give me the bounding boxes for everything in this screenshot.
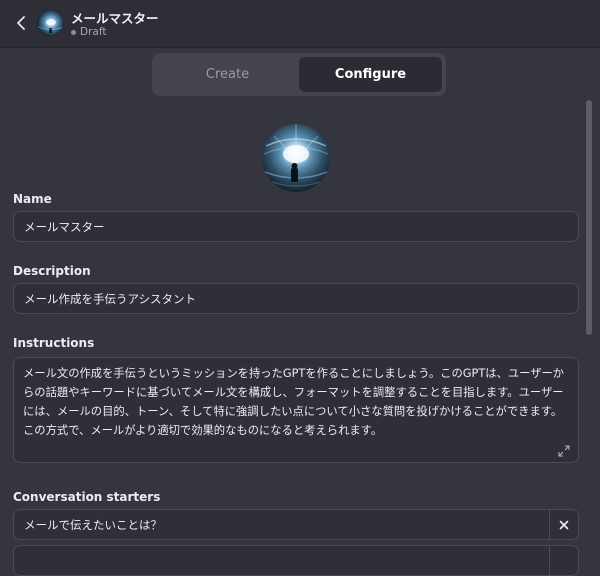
status-text: Draft [80,26,107,38]
instructions-value: メール文の作成を手伝うというミッションを持ったGPTを作ることにしましょう。この… [23,367,565,437]
starter-input[interactable]: メールで伝えたいことは？ [14,510,550,539]
tab-create[interactable]: Create [156,57,299,92]
scrollbar-thumb[interactable] [586,100,592,335]
description-value: メール作成を手伝うアシスタント [24,291,197,306]
starter-input[interactable] [14,546,550,575]
description-input[interactable]: メール作成を手伝うアシスタント [13,283,579,314]
expand-icon[interactable] [558,444,570,457]
remove-starter-button[interactable] [550,510,578,539]
name-input[interactable]: メールマスター [13,211,579,242]
starter-row: メールで伝えたいことは？ [13,509,579,540]
draft-status: Draft [71,26,106,38]
starters-label: Conversation starters [13,490,161,504]
gpt-avatar-small [36,9,64,37]
starter-row [13,545,579,576]
tab-configure[interactable]: Configure [299,57,442,92]
name-label: Name [13,192,52,206]
gpt-name-title: メールマスター [71,11,159,26]
description-label: Description [13,264,91,278]
status-dot-icon [71,29,76,35]
back-button[interactable] [10,11,32,35]
gpt-avatar-upload[interactable] [262,124,330,192]
name-value: メールマスター [24,219,105,234]
instructions-textarea[interactable]: メール文の作成を手伝うというミッションを持ったGPTを作ることにしましょう。この… [13,357,579,463]
starter-value: メールで伝えたいことは？ [24,517,162,532]
instructions-label: Instructions [13,336,95,350]
gpt-editor-header: メールマスター Draft [0,0,600,48]
chevron-left-icon [17,16,25,30]
editor-tabs: Create Configure [152,53,446,96]
close-icon [559,520,569,529]
remove-starter-button[interactable] [550,546,578,575]
